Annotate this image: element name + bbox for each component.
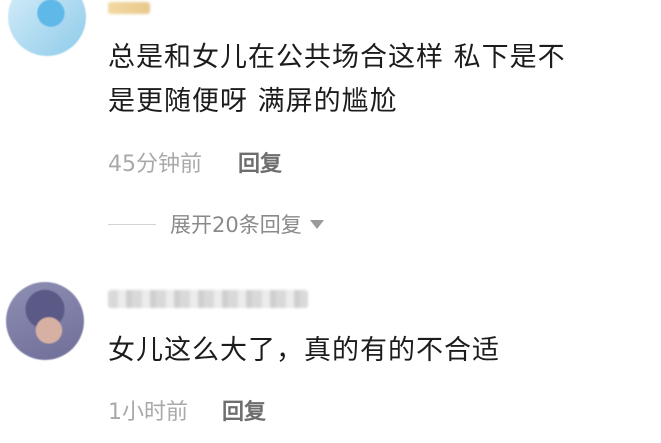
username[interactable] bbox=[108, 290, 308, 308]
avatar[interactable] bbox=[6, 282, 84, 360]
divider bbox=[108, 223, 156, 225]
comment-line: 总是和女儿在公共场合这样 私下是不 bbox=[108, 42, 566, 73]
comment-meta: 45分钟前 回复 bbox=[108, 146, 282, 178]
comment-line: 女儿这么大了，真的有的不合适 bbox=[108, 335, 500, 366]
avatar[interactable] bbox=[8, 0, 86, 56]
caret-down-icon bbox=[309, 219, 324, 229]
reply-button[interactable]: 回复 bbox=[238, 146, 282, 178]
username[interactable] bbox=[108, 2, 150, 14]
expand-replies-label: 展开20条回复 bbox=[170, 213, 302, 237]
comment-text: 女儿这么大了，真的有的不合适 bbox=[108, 329, 648, 373]
comment-text: 总是和女儿在公共场合这样 私下是不 是更随便呀 满屏的尴尬 bbox=[108, 36, 648, 124]
comment-line: 是更随便呀 满屏的尴尬 bbox=[108, 86, 398, 117]
timestamp: 1小时前 bbox=[108, 400, 188, 425]
reply-button[interactable]: 回复 bbox=[222, 394, 266, 426]
expand-replies-button[interactable]: 展开20条回复 bbox=[170, 209, 324, 239]
timestamp: 45分钟前 bbox=[108, 152, 202, 177]
expand-replies[interactable]: 展开20条回复 bbox=[108, 209, 324, 239]
comment-meta: 1小时前 回复 bbox=[108, 394, 266, 426]
